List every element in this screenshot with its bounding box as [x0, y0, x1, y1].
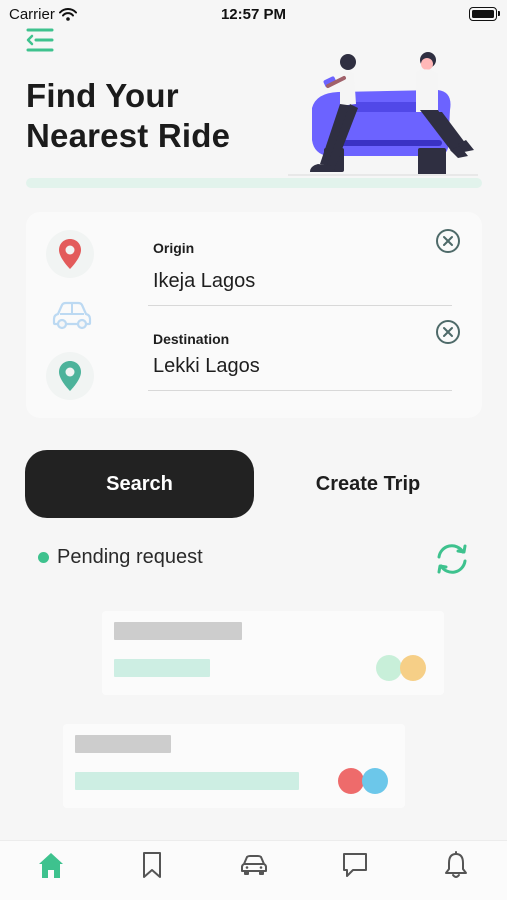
skeleton-subtitle-bar [114, 659, 210, 677]
bookmark-icon [143, 852, 161, 878]
create-trip-button[interactable]: Create Trip [270, 450, 466, 518]
origin-input[interactable]: Ikeja Lagos [153, 270, 255, 293]
destination-divider [148, 390, 452, 391]
tab-rides[interactable] [238, 849, 270, 881]
home-icon [39, 853, 63, 878]
clear-origin-button[interactable] [435, 228, 461, 254]
bell-icon [445, 851, 467, 878]
skeleton-avatar [400, 655, 426, 681]
skeleton-avatar [362, 768, 388, 794]
skeleton-card [63, 724, 405, 808]
menu-back-icon [26, 28, 54, 52]
car-icon [241, 855, 267, 875]
skeleton-card [102, 611, 444, 695]
tab-home[interactable] [35, 849, 67, 881]
skeleton-avatar [338, 768, 364, 794]
destination-pin [46, 352, 94, 400]
page-title-line1: Find Your [26, 77, 179, 114]
location-pin-icon [59, 361, 81, 391]
close-circle-icon [436, 229, 460, 253]
clear-destination-button[interactable] [435, 319, 461, 345]
status-bar: Carrier 12:57 PM [0, 0, 507, 30]
tab-messages[interactable] [339, 849, 371, 881]
page-title: Find Your Nearest Ride [26, 76, 230, 156]
refresh-icon [437, 544, 467, 574]
car-icon [52, 301, 92, 330]
page-title-line2: Nearest Ride [26, 117, 231, 154]
menu-button[interactable] [24, 26, 56, 54]
status-time: 12:57 PM [220, 6, 287, 23]
pending-status-dot [38, 552, 49, 563]
skeleton-avatar [376, 655, 402, 681]
close-circle-icon [436, 320, 460, 344]
search-button[interactable]: Search [25, 450, 254, 518]
pending-request-row: Pending request [38, 546, 203, 569]
tab-notifications[interactable] [440, 849, 472, 881]
tab-bookmarks[interactable] [136, 849, 168, 881]
chat-icon [343, 853, 367, 877]
battery-icon [469, 7, 500, 21]
destination-input[interactable]: Lekki Lagos [153, 355, 260, 378]
skeleton-subtitle-bar [75, 772, 299, 790]
origin-pin [46, 230, 94, 278]
origin-divider [148, 305, 452, 306]
tab-bar [0, 840, 507, 900]
refresh-button[interactable] [432, 542, 472, 576]
origin-label: Origin [153, 240, 195, 256]
skeleton-title-bar [75, 735, 171, 753]
location-pin-icon [59, 239, 81, 269]
hero-underline [26, 178, 482, 188]
hero-illustration [288, 52, 478, 176]
pending-request-label: Pending request [57, 546, 203, 568]
route-card [26, 212, 482, 418]
skeleton-title-bar [114, 622, 242, 640]
destination-label: Destination [153, 331, 230, 347]
